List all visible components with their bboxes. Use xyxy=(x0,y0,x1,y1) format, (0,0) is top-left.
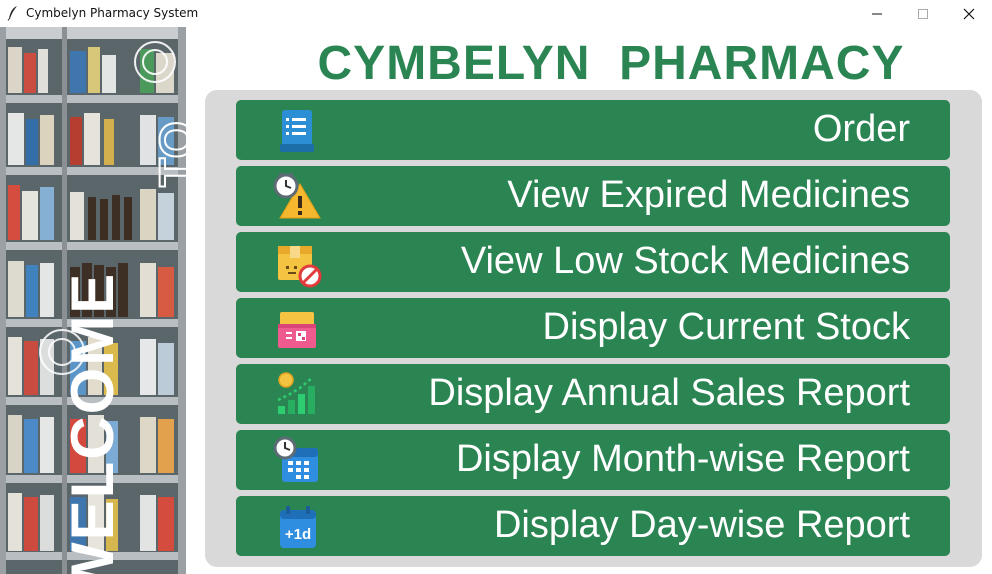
window-title: Cymbelyn Pharmacy System xyxy=(26,6,199,20)
close-button[interactable] xyxy=(946,0,992,27)
display-month-wise-report-label: Display Month-wise Report xyxy=(455,438,910,480)
page-title: CYMBELYN PHARMACY xyxy=(317,37,905,90)
feather-app-icon xyxy=(7,6,17,21)
banner-to-text: TO xyxy=(150,120,186,188)
calendar-clock-icon xyxy=(273,436,318,482)
view-expired-medicines-button[interactable]: View Expired Medicines xyxy=(236,166,950,226)
minimize-icon xyxy=(872,13,882,14)
sales-chart-icon xyxy=(277,372,315,414)
display-annual-sales-report-label: Display Annual Sales Report xyxy=(428,372,910,414)
maximize-button[interactable] xyxy=(900,0,946,27)
display-annual-sales-report-button[interactable]: Display Annual Sales Report xyxy=(236,364,950,424)
display-current-stock-button[interactable]: Display Current Stock xyxy=(236,298,950,358)
display-month-wise-report-button[interactable]: Display Month-wise Report xyxy=(236,430,950,490)
view-low-stock-medicines-label: View Low Stock Medicines xyxy=(460,240,910,282)
order-button-label: Order xyxy=(812,108,910,150)
calendar-plus-one-day-icon: +1d xyxy=(280,506,316,548)
view-expired-medicines-label: View Expired Medicines xyxy=(507,174,910,216)
day-badge-text: +1d xyxy=(285,526,311,543)
banner-welcome-text: WELCOME xyxy=(59,271,126,574)
display-day-wise-report-label: Display Day-wise Report xyxy=(493,504,910,546)
display-current-stock-label: Display Current Stock xyxy=(542,306,910,348)
stock-box-icon xyxy=(278,312,316,348)
expired-warning-icon xyxy=(273,173,321,219)
low-stock-box-icon xyxy=(278,246,322,288)
minimize-button[interactable] xyxy=(854,0,900,27)
order-button[interactable]: Order xyxy=(236,100,950,160)
display-day-wise-report-button[interactable]: +1d Display Day-wise Report xyxy=(236,496,950,556)
maximize-icon xyxy=(918,8,928,19)
order-list-icon xyxy=(280,110,314,152)
window-title-bar: Cymbelyn Pharmacy System xyxy=(0,0,992,27)
welcome-banner-image: TO WELCOME xyxy=(0,27,186,574)
close-icon xyxy=(963,8,975,19)
view-low-stock-medicines-button[interactable]: View Low Stock Medicines xyxy=(236,232,950,292)
